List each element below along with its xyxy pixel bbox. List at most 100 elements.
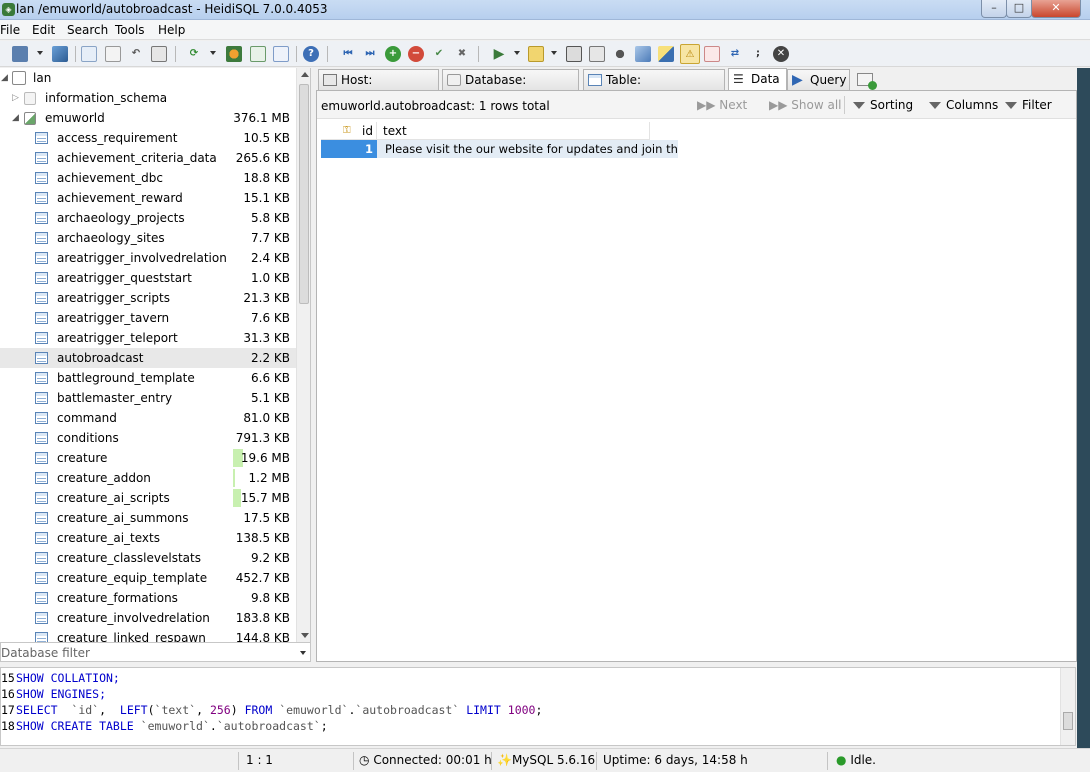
minimize-button[interactable]: – bbox=[981, 0, 1007, 18]
save-icon[interactable] bbox=[566, 46, 582, 62]
table-row[interactable]: achievement_criteria_data 265.6 KB bbox=[0, 148, 296, 168]
table-row[interactable]: areatrigger_involvedrelation 2.4 KB bbox=[0, 248, 296, 268]
session-manager-icon[interactable] bbox=[12, 46, 28, 62]
table-row[interactable]: areatrigger_tavern 7.6 KB bbox=[0, 308, 296, 328]
tab-table[interactable]: Table: autobroadcast bbox=[583, 69, 725, 107]
user-manager-icon[interactable] bbox=[226, 46, 242, 62]
table-row[interactable]: battlemaster_entry 5.1 KB bbox=[0, 388, 296, 408]
undo-icon[interactable]: ↶ bbox=[128, 46, 144, 62]
table-row[interactable]: creature_addon 1.2 MB bbox=[0, 468, 296, 488]
cancel-edit-icon[interactable]: ✖ bbox=[454, 46, 470, 62]
export-icon[interactable] bbox=[250, 46, 266, 62]
paste-icon[interactable] bbox=[105, 46, 121, 62]
table-row[interactable]: conditions 791.3 KB bbox=[0, 428, 296, 448]
menu-edit[interactable]: Edit bbox=[32, 23, 55, 37]
status-bar: 1 : 1 ◷ Connected: 00:01 h ✨MySQL 5.6.16… bbox=[0, 748, 1090, 772]
delete-record-icon[interactable]: − bbox=[408, 46, 424, 62]
refresh-icon[interactable]: ⟳ bbox=[186, 46, 202, 62]
save-as-snippet-icon[interactable] bbox=[589, 46, 605, 62]
last-record-icon[interactable]: ⏭ bbox=[362, 46, 378, 62]
next-button[interactable]: ▶▶ Next bbox=[697, 98, 747, 112]
table-row[interactable]: archaeology_sites 7.7 KB bbox=[0, 228, 296, 248]
disconnect-icon[interactable] bbox=[52, 46, 68, 62]
table-row[interactable]: creature_involvedrelation 183.8 KB bbox=[0, 608, 296, 628]
reformat-sql-icon[interactable] bbox=[635, 46, 651, 62]
insert-record-icon[interactable]: + bbox=[385, 46, 401, 62]
filter-dropdown-arrow-icon[interactable] bbox=[300, 651, 306, 655]
semicolon-delimiter-icon[interactable]: ; bbox=[750, 46, 766, 62]
tree-db-emuworld[interactable]: ◢ emuworld 376.1 MB bbox=[0, 108, 296, 128]
table-row[interactable]: creature_ai_scripts 15.7 MB bbox=[0, 488, 296, 508]
filter-button[interactable]: Filter bbox=[1005, 98, 1052, 112]
post-record-icon[interactable]: ✔ bbox=[431, 46, 447, 62]
table-row[interactable]: command 81.0 KB bbox=[0, 408, 296, 428]
column-header-text[interactable]: text bbox=[377, 122, 650, 140]
refresh-dropdown-arrow-icon[interactable] bbox=[210, 51, 216, 55]
copy-icon[interactable] bbox=[81, 46, 97, 62]
cell-text[interactable]: Please visit the our website for updates… bbox=[377, 140, 678, 158]
scroll-thumb[interactable] bbox=[299, 84, 309, 304]
scroll-down-arrow-icon[interactable] bbox=[301, 633, 309, 638]
edit-icon[interactable] bbox=[658, 46, 674, 62]
database-filter-combobox[interactable]: Database filter bbox=[0, 642, 311, 662]
tab-database[interactable]: Database: emuworld bbox=[442, 69, 579, 107]
table-row[interactable]: creature_linked_respawn 144.8 KB bbox=[0, 628, 296, 642]
window-title: lan /emuworld/autobroadcast - HeidiSQL 7… bbox=[16, 2, 328, 16]
tree-scrollbar[interactable] bbox=[296, 68, 310, 642]
columns-button[interactable]: Columns bbox=[929, 98, 998, 112]
table-row[interactable]: achievement_dbc 18.8 KB bbox=[0, 168, 296, 188]
tree-root-lan[interactable]: ◢ lan bbox=[0, 68, 296, 88]
execute-query-icon[interactable]: ▶ bbox=[491, 46, 507, 62]
table-row[interactable]: creature_ai_summons 17.5 KB bbox=[0, 508, 296, 528]
maximize-button[interactable]: □ bbox=[1006, 0, 1032, 18]
load-sql-file-icon[interactable] bbox=[528, 46, 544, 62]
query-help-icon[interactable] bbox=[612, 46, 628, 62]
print-icon[interactable] bbox=[151, 46, 167, 62]
help-icon[interactable]: ? bbox=[303, 46, 319, 62]
table-row[interactable]: autobroadcast 2.2 KB bbox=[0, 348, 296, 368]
table-row[interactable]: areatrigger_scripts 21.3 KB bbox=[0, 288, 296, 308]
tab-query[interactable]: ▶ Query bbox=[787, 69, 850, 90]
scroll-thumb[interactable] bbox=[1063, 712, 1073, 730]
null-value-icon[interactable] bbox=[704, 46, 720, 62]
database-tree[interactable]: ◢ lan ▷ information_schema ◢ emuworld 37… bbox=[0, 68, 311, 642]
collapse-arrow-icon[interactable]: ◢ bbox=[1, 68, 8, 88]
cell-id[interactable]: 1 bbox=[321, 140, 377, 158]
stop-query-icon[interactable]: ✕ bbox=[773, 46, 789, 62]
tab-host[interactable]: Host: 192.168.1.2 bbox=[318, 69, 439, 107]
maintenance-icon[interactable] bbox=[273, 46, 289, 62]
column-header-id[interactable]: ⚿ id bbox=[321, 122, 377, 140]
table-row[interactable]: archaeology_projects 5.8 KB bbox=[0, 208, 296, 228]
table-row[interactable]: achievement_reward 15.1 KB bbox=[0, 188, 296, 208]
collapse-arrow-icon[interactable]: ◢ bbox=[12, 108, 19, 128]
tab-data[interactable]: ☰ Data bbox=[728, 68, 787, 90]
table-row[interactable]: areatrigger_queststart 1.0 KB bbox=[0, 268, 296, 288]
new-query-tab-icon[interactable] bbox=[857, 73, 877, 90]
tree-db-information-schema[interactable]: ▷ information_schema bbox=[0, 88, 296, 108]
table-row[interactable]: creature_classlevelstats 9.2 KB bbox=[0, 548, 296, 568]
close-button[interactable]: ✕ bbox=[1031, 0, 1081, 18]
menu-file[interactable]: File bbox=[0, 23, 20, 37]
menu-help[interactable]: Help bbox=[158, 23, 185, 37]
table-row[interactable]: creature 19.6 MB bbox=[0, 448, 296, 468]
sql-log-scrollbar[interactable] bbox=[1060, 668, 1075, 745]
first-record-icon[interactable]: ⏮ bbox=[340, 46, 356, 62]
scroll-up-arrow-icon[interactable] bbox=[301, 72, 309, 77]
sql-log[interactable]: 15SHOW COLLATION; 16SHOW ENGINES; 17SELECT… bbox=[0, 667, 1076, 746]
menu-tools[interactable]: Tools bbox=[115, 23, 145, 37]
table-row[interactable]: battleground_template 6.6 KB bbox=[0, 368, 296, 388]
session-dropdown-arrow-icon[interactable] bbox=[37, 51, 43, 55]
execute-dropdown-arrow-icon[interactable] bbox=[514, 51, 520, 55]
sorting-button[interactable]: Sorting bbox=[853, 98, 913, 112]
table-row[interactable]: access_requirement 10.5 KB bbox=[0, 128, 296, 148]
show-all-button[interactable]: ▶▶ Show all bbox=[769, 98, 842, 112]
table-row[interactable]: creature_ai_texts 138.5 KB bbox=[0, 528, 296, 548]
expand-arrow-icon[interactable]: ▷ bbox=[12, 88, 19, 108]
menu-search[interactable]: Search bbox=[67, 23, 108, 37]
table-row[interactable]: creature_formations 9.8 KB bbox=[0, 588, 296, 608]
word-wrap-icon[interactable]: ⇄ bbox=[727, 46, 743, 62]
warnings-icon[interactable]: ⚠ bbox=[680, 44, 700, 64]
table-row[interactable]: creature_equip_template 452.7 KB bbox=[0, 568, 296, 588]
load-dropdown-arrow-icon[interactable] bbox=[551, 51, 557, 55]
table-row[interactable]: areatrigger_teleport 31.3 KB bbox=[0, 328, 296, 348]
